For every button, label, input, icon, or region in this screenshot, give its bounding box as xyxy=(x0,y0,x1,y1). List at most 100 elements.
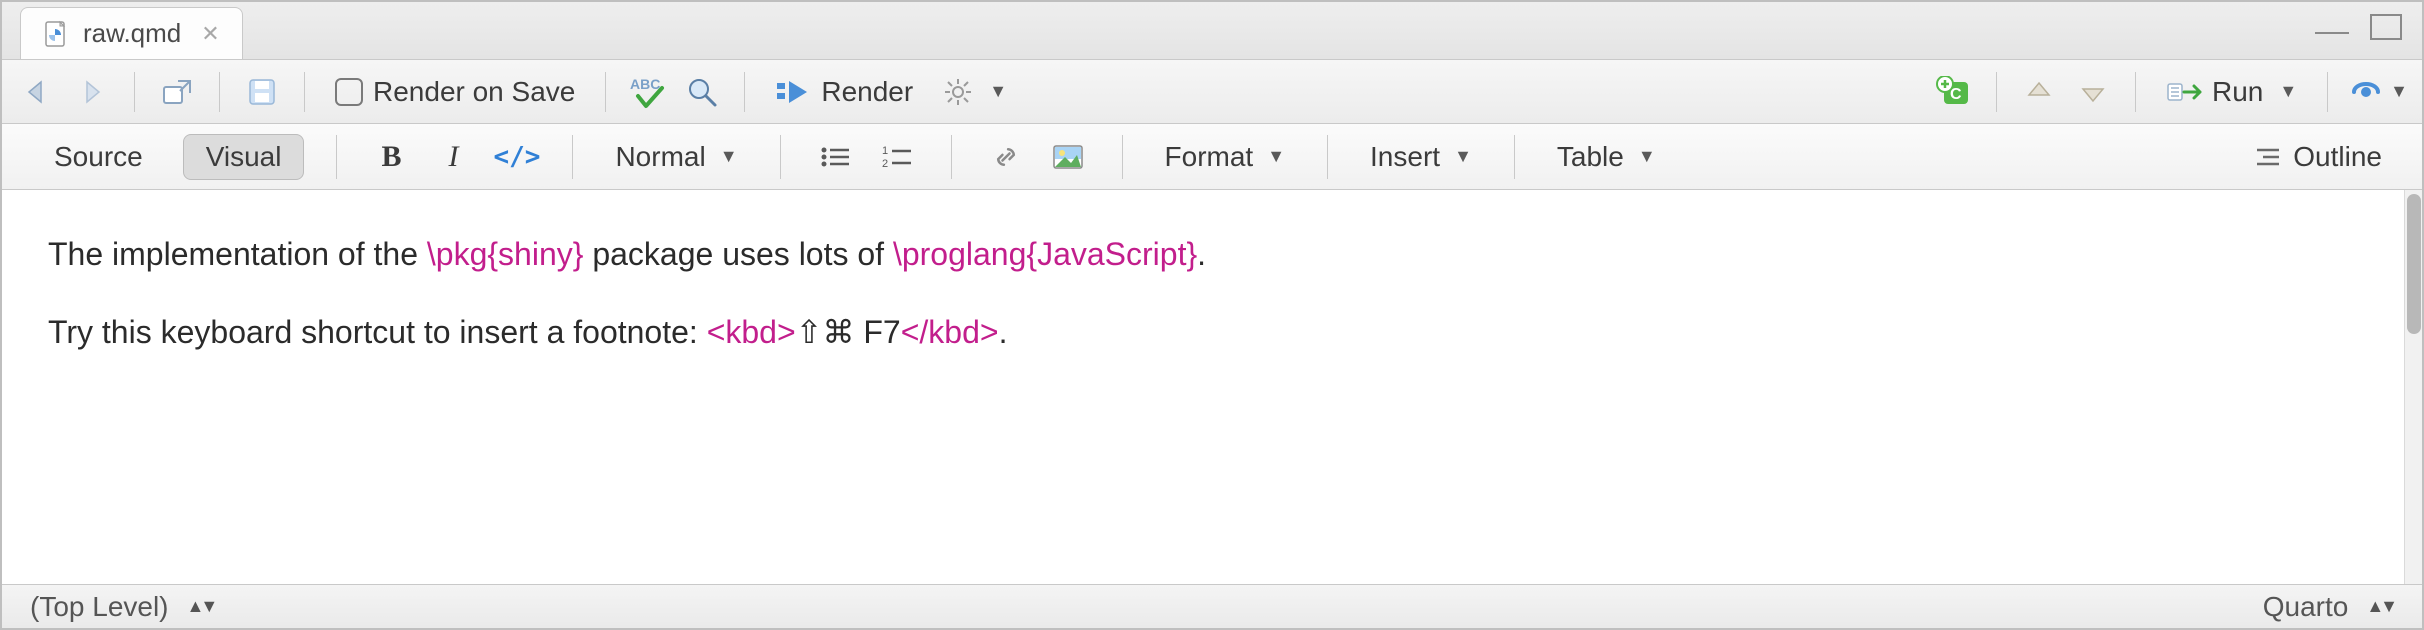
paragraph[interactable]: The implementation of the \pkg{shiny} pa… xyxy=(48,230,2358,280)
separator xyxy=(780,135,781,179)
go-next-chunk-icon[interactable] xyxy=(2071,70,2115,114)
go-prev-chunk-icon[interactable] xyxy=(2017,70,2061,114)
separator xyxy=(219,72,220,112)
outline-label: Outline xyxy=(2293,141,2382,173)
outline-icon xyxy=(2253,144,2283,170)
main-toolbar: Render on Save ABC Render ▼ C xyxy=(2,60,2422,124)
insert-label: Insert xyxy=(1370,141,1440,173)
spellcheck-icon[interactable]: ABC xyxy=(626,70,670,114)
render-icon xyxy=(775,77,811,107)
visual-mode-button[interactable]: Visual xyxy=(183,134,305,180)
separator xyxy=(1122,135,1123,179)
latex-command: \pkg{shiny} xyxy=(427,236,584,272)
table-label: Table xyxy=(1557,141,1624,173)
file-tab[interactable]: raw.qmd ✕ xyxy=(20,7,243,59)
latex-command: \proglang{JavaScript} xyxy=(893,236,1197,272)
paragraph-style-label: Normal xyxy=(615,141,705,173)
text: . xyxy=(1197,236,1206,272)
code-button[interactable]: </> xyxy=(493,135,540,179)
scope-selector[interactable]: (Top Level) ▲▼ xyxy=(20,585,224,629)
outline-toggle[interactable]: Outline xyxy=(2243,135,2392,179)
editor-window: raw.qmd ✕ Render on Save ABC xyxy=(0,0,2424,630)
tab-filename: raw.qmd xyxy=(83,18,181,49)
scrollbar[interactable] xyxy=(2404,190,2422,584)
document-body[interactable]: The implementation of the \pkg{shiny} pa… xyxy=(2,190,2404,584)
stepper-icon: ▲▼ xyxy=(2366,596,2394,617)
nav-forward-icon[interactable] xyxy=(70,70,114,114)
stepper-icon: ▲▼ xyxy=(187,596,215,617)
engine-selector[interactable]: Quarto ▲▼ xyxy=(2253,585,2404,629)
separator xyxy=(744,72,745,112)
find-icon[interactable] xyxy=(680,70,724,114)
render-button[interactable]: Render xyxy=(765,70,923,114)
separator xyxy=(1514,135,1515,179)
format-label: Format xyxy=(1165,141,1254,173)
kbd-keys: ⇧⌘ F7 xyxy=(796,314,901,350)
insert-chunk-icon[interactable]: C xyxy=(1932,70,1976,114)
numbered-list-icon[interactable]: 12 xyxy=(875,135,919,179)
engine-label: Quarto xyxy=(2263,591,2349,623)
chevron-down-icon: ▼ xyxy=(1638,146,1656,167)
image-icon[interactable] xyxy=(1046,135,1090,179)
insert-menu[interactable]: Insert ▼ xyxy=(1360,141,1482,173)
minimize-pane-icon[interactable] xyxy=(2310,5,2354,49)
html-tag: <kbd> xyxy=(707,314,796,350)
scrollbar-thumb[interactable] xyxy=(2407,194,2421,334)
render-on-save-label: Render on Save xyxy=(373,76,575,108)
text: package uses lots of xyxy=(583,236,893,272)
render-on-save-toggle[interactable]: Render on Save xyxy=(325,70,585,114)
maximize-pane-icon[interactable] xyxy=(2364,5,2408,49)
italic-button[interactable]: I xyxy=(431,135,475,179)
separator xyxy=(2135,72,2136,112)
editor-area: The implementation of the \pkg{shiny} pa… xyxy=(2,190,2422,584)
chevron-down-icon: ▼ xyxy=(1454,146,1472,167)
text: The implementation of the xyxy=(48,236,427,272)
tab-close-icon[interactable]: ✕ xyxy=(201,21,219,47)
chevron-down-icon: ▼ xyxy=(2390,81,2408,102)
tab-bar: raw.qmd ✕ xyxy=(2,2,2422,60)
settings-menu[interactable]: ▼ xyxy=(933,70,1017,114)
run-icon xyxy=(2166,79,2202,105)
format-toolbar: Source Visual B I </> Normal ▼ 12 Format… xyxy=(2,124,2422,190)
render-label: Render xyxy=(821,76,913,108)
svg-text:2: 2 xyxy=(882,158,888,170)
paragraph[interactable]: Try this keyboard shortcut to insert a f… xyxy=(48,308,2358,358)
checkbox-icon xyxy=(335,78,363,106)
bold-button[interactable]: B xyxy=(369,135,413,179)
separator xyxy=(951,135,952,179)
svg-text:1: 1 xyxy=(882,145,888,157)
source-mode-button[interactable]: Source xyxy=(32,135,165,179)
svg-text:ABC: ABC xyxy=(630,76,660,92)
paragraph-style-menu[interactable]: Normal ▼ xyxy=(605,141,747,173)
link-icon[interactable] xyxy=(984,135,1028,179)
separator xyxy=(134,72,135,112)
run-label: Run xyxy=(2212,76,2263,108)
publish-icon[interactable]: ▼ xyxy=(2348,70,2408,114)
table-menu[interactable]: Table ▼ xyxy=(1547,141,1666,173)
window-controls xyxy=(2310,5,2408,49)
html-tag: </kbd> xyxy=(901,314,999,350)
text: Try this keyboard shortcut to insert a f… xyxy=(48,314,707,350)
separator xyxy=(605,72,606,112)
text: . xyxy=(999,314,1008,350)
status-bar: (Top Level) ▲▼ Quarto ▲▼ xyxy=(2,584,2422,628)
chevron-down-icon: ▼ xyxy=(720,146,738,167)
separator xyxy=(336,135,337,179)
quarto-file-icon xyxy=(43,20,71,48)
gear-icon xyxy=(943,77,973,107)
nav-back-icon[interactable] xyxy=(16,70,60,114)
popout-icon[interactable] xyxy=(155,70,199,114)
bullet-list-icon[interactable] xyxy=(813,135,857,179)
separator xyxy=(304,72,305,112)
chevron-down-icon: ▼ xyxy=(2279,81,2297,102)
separator xyxy=(572,135,573,179)
separator xyxy=(1996,72,1997,112)
separator xyxy=(1327,135,1328,179)
run-menu[interactable]: Run ▼ xyxy=(2156,70,2307,114)
chevron-down-icon: ▼ xyxy=(989,81,1007,102)
separator xyxy=(2327,72,2328,112)
format-menu[interactable]: Format ▼ xyxy=(1155,141,1296,173)
chevron-down-icon: ▼ xyxy=(1267,146,1285,167)
save-icon[interactable] xyxy=(240,70,284,114)
scope-label: (Top Level) xyxy=(30,591,169,623)
